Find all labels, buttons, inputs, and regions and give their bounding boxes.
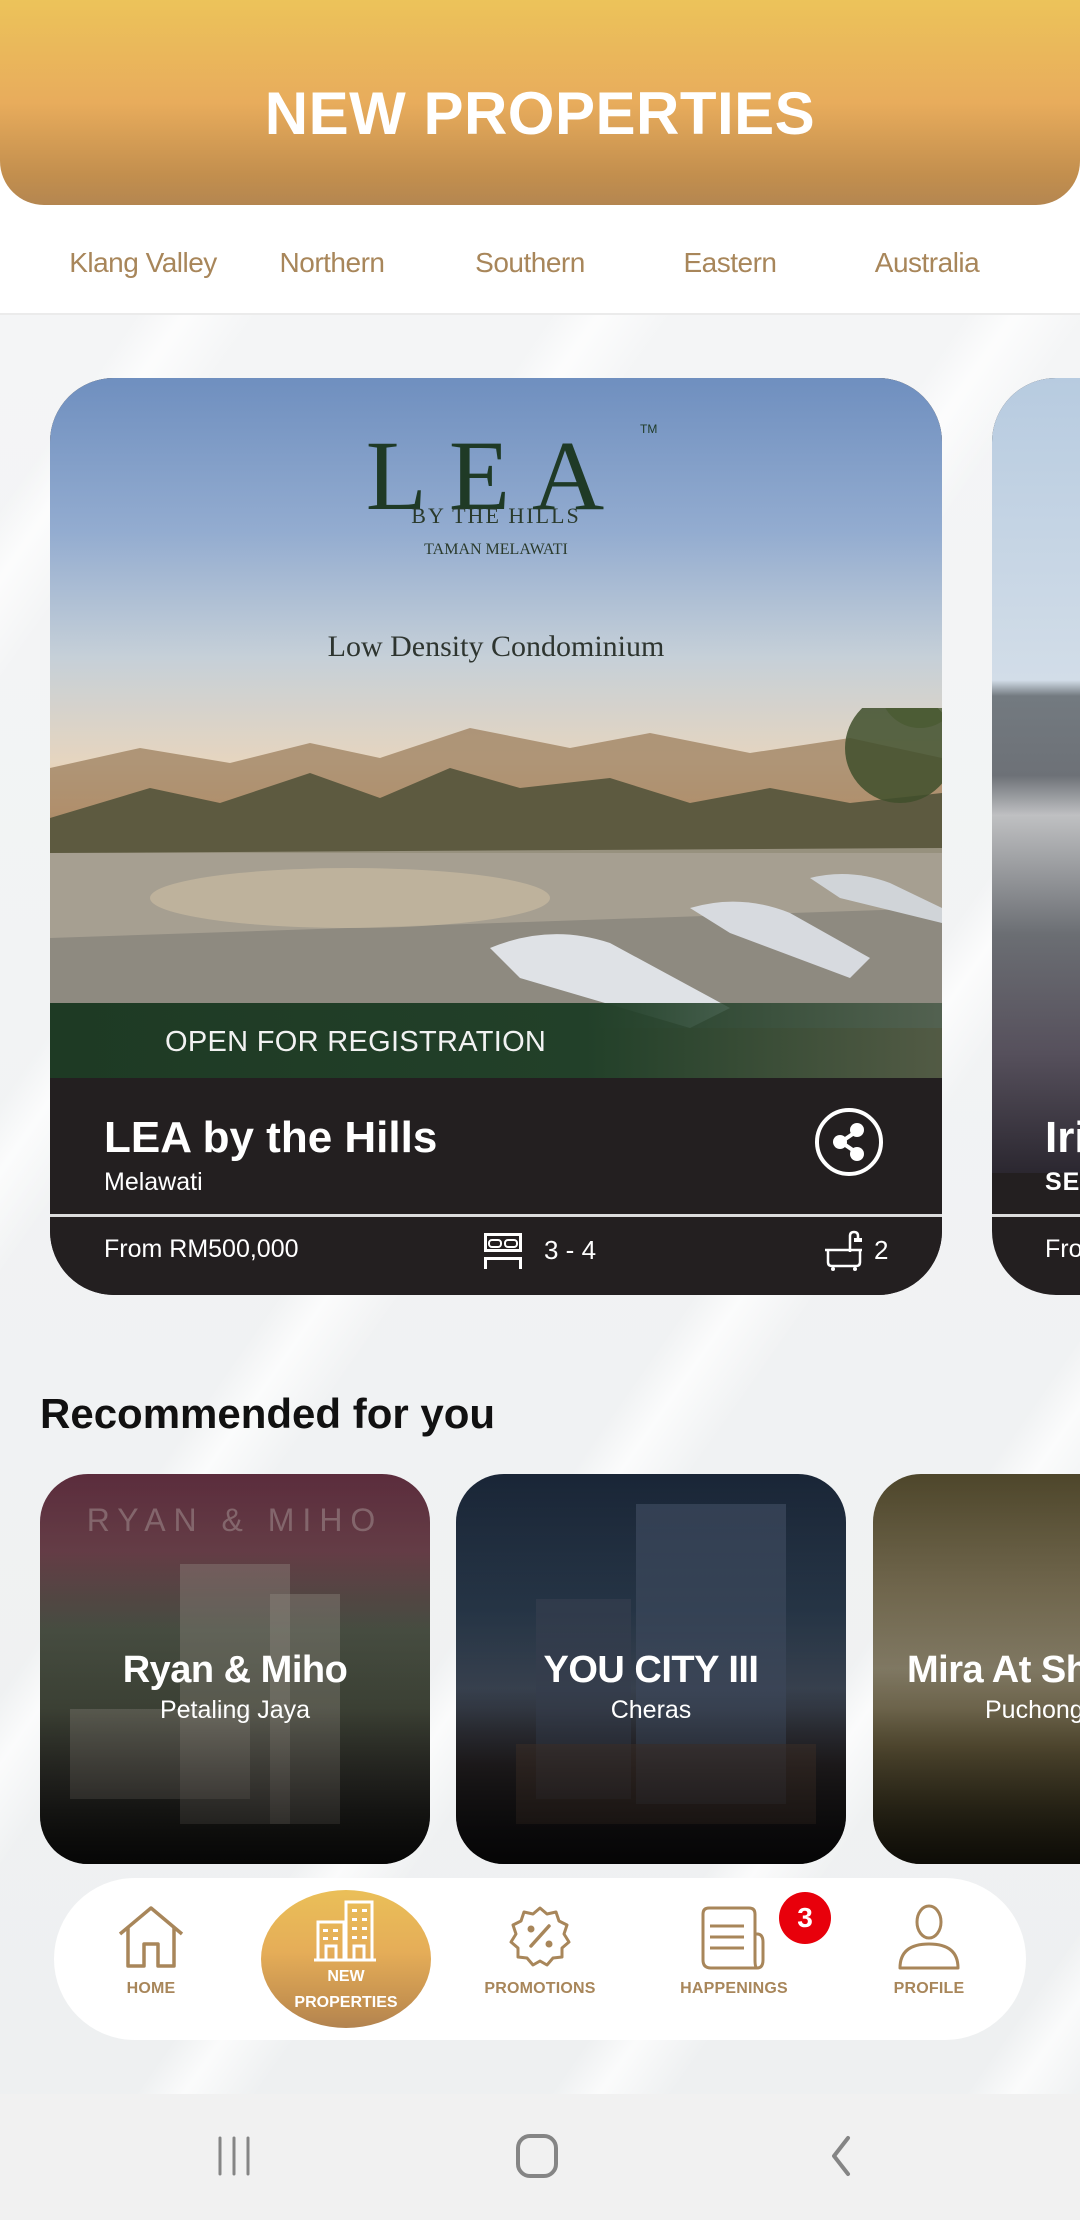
nav-profile[interactable]: PROFILE — [854, 1878, 1004, 2040]
recommended-location: Puchong — [985, 1696, 1080, 1724]
discount-badge-icon — [509, 1906, 571, 1967]
bed-icon — [484, 1233, 522, 1269]
nav-home[interactable]: HOME — [76, 1878, 226, 2040]
page-title: NEW PROPERTIES — [264, 80, 816, 147]
home-button-icon[interactable] — [512, 2130, 562, 2180]
bathroom-count: 2 — [874, 1235, 889, 1265]
nav-home-label: HOME — [126, 1980, 176, 1997]
home-icon — [118, 1906, 184, 1968]
registration-ribbon-text: OPEN FOR REGISTRATION — [165, 1026, 547, 1058]
recommended-section-title: Recommended for you — [40, 1390, 496, 1437]
nav-profile-label: PROFILE — [893, 1980, 965, 1997]
info-divider — [992, 1214, 1080, 1217]
bathtub-icon — [825, 1230, 862, 1271]
recommended-name: Ryan & Miho — [122, 1649, 348, 1691]
recommended-card[interactable]: RYAN & MIHO Ryan & Miho Petaling Jaya — [40, 1474, 430, 1864]
featured-property-card-next[interactable]: Iri SER Fro — [992, 378, 1080, 1295]
property-name: Iri — [1045, 1113, 1080, 1162]
system-navigation-bar — [0, 2094, 1080, 2220]
property-name: LEA by the Hills — [104, 1113, 438, 1162]
recommended-location: Cheras — [610, 1696, 692, 1724]
bedroom-count: 3 - 4 — [544, 1235, 597, 1265]
share-button[interactable] — [815, 1108, 883, 1176]
property-banner-image — [992, 378, 1080, 1173]
property-location: Melawati — [104, 1168, 203, 1196]
nav-promotions-label: PROMOTIONS — [484, 1980, 596, 1997]
nav-label-line2: PROPERTIES — [294, 1994, 398, 2011]
recent-apps-icon[interactable] — [212, 2130, 256, 2180]
property-price: From RM500,000 — [104, 1235, 299, 1263]
back-icon[interactable] — [820, 2130, 860, 2180]
recommended-name: Mira At Sh — [907, 1649, 1080, 1691]
nav-new-properties-label: NEW PROPERTIES — [261, 1964, 431, 2016]
nav-promotions[interactable]: PROMOTIONS — [465, 1878, 615, 2040]
tab-eastern[interactable]: Eastern — [684, 247, 778, 279]
user-icon — [898, 1904, 960, 1970]
tab-klang-valley[interactable]: Klang Valley — [69, 247, 217, 279]
recommended-name: YOU CITY III — [543, 1649, 759, 1691]
page-header: NEW PROPERTIES — [0, 0, 1080, 205]
lea-logo-subtitle: BY THE HILLS — [411, 503, 581, 528]
newspaper-icon — [701, 1906, 765, 1970]
recommended-card[interactable]: YOU CITY III Cheras — [456, 1474, 846, 1864]
featured-property-card[interactable]: LEA TM BY THE HILLS TAMAN MELAWATI Low D… — [50, 378, 942, 1295]
bottom-navigation: HOME NEW PROPERTIES PROMOTIONS HAPPENING… — [54, 1878, 1026, 2040]
property-location: SER — [1045, 1168, 1080, 1196]
tab-northern[interactable]: Northern — [280, 247, 385, 279]
buildings-icon — [314, 1900, 376, 1962]
landscape-illustration — [50, 708, 942, 1028]
nav-label-line1: NEW — [327, 1968, 365, 1985]
notification-badge: 3 — [779, 1892, 831, 1944]
recommended-card[interactable]: Mira At Sh Puchong — [873, 1474, 1080, 1864]
nav-happenings-label: HAPPENINGS — [680, 1980, 788, 1997]
recommended-location: Petaling Jaya — [159, 1696, 311, 1724]
info-divider — [50, 1214, 942, 1217]
banner-tagline: Low Density Condominium — [327, 630, 665, 663]
trademark-mark: TM — [640, 422, 658, 436]
lea-logo-location: TAMAN MELAWATI — [424, 541, 568, 558]
tab-southern[interactable]: Southern — [475, 247, 585, 279]
tab-australia[interactable]: Australia — [875, 247, 980, 279]
property-price: Fro — [1045, 1235, 1080, 1263]
share-icon — [833, 1123, 864, 1161]
